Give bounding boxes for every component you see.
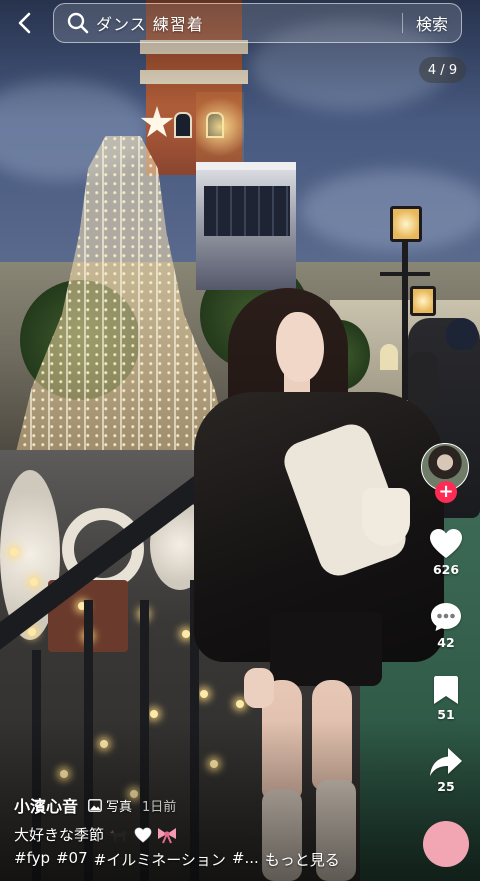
caption-text: 大好きな季節 — [14, 826, 105, 844]
castle-window — [380, 344, 398, 370]
background-person-head — [446, 318, 478, 350]
save-count: 51 — [437, 707, 455, 722]
hashtag[interactable]: #07 — [56, 849, 88, 870]
photo-type-badge: 写真 — [88, 796, 132, 815]
search-query[interactable]: ダンス 練習着 — [96, 11, 402, 35]
string-light — [236, 700, 244, 708]
post-time: 1日前 — [142, 799, 177, 815]
pavilion-windows — [204, 186, 290, 236]
username[interactable]: 小濱心音 — [14, 793, 78, 817]
back-button[interactable] — [10, 8, 40, 38]
sound-disc-button[interactable] — [423, 821, 469, 867]
chevron-left-icon — [18, 12, 31, 34]
share-button[interactable]: 25 — [422, 747, 470, 794]
hashtag[interactable]: #fyp — [14, 849, 50, 870]
hashtag-line: #fyp #07 #イルミネーション #... もっと見る — [14, 849, 340, 870]
string-light — [200, 690, 208, 698]
like-count: 626 — [432, 562, 460, 577]
follow-button[interactable]: + — [435, 481, 457, 503]
hashtag[interactable]: #イルミネーション — [94, 849, 226, 870]
street-lamp — [410, 286, 436, 316]
image-counter: 4 / 9 — [419, 57, 466, 83]
share-arrow-icon — [430, 748, 462, 776]
ribbon-icon — [156, 826, 178, 844]
author-avatar-group: + — [421, 443, 471, 505]
shoulder-bag — [362, 488, 410, 546]
comment-icon — [431, 603, 461, 631]
search-icon — [66, 11, 90, 35]
image-icon — [88, 798, 102, 812]
hashtag[interactable]: #... — [232, 849, 259, 870]
white-heart-icon — [134, 827, 152, 843]
search-bar[interactable]: ダンス 練習着 検索 — [53, 3, 462, 43]
string-light — [30, 578, 38, 586]
street-lamp — [390, 206, 422, 242]
string-light — [182, 630, 190, 638]
string-light — [10, 548, 18, 556]
see-more-link[interactable]: もっと見る — [265, 849, 340, 870]
hand — [244, 668, 274, 708]
post-caption: 大好きな季節 — [14, 824, 178, 845]
skirt — [270, 612, 382, 686]
like-button[interactable]: 626 — [422, 528, 470, 577]
photo-type-label: 写真 — [106, 799, 133, 815]
save-button[interactable]: 51 — [422, 675, 470, 722]
string-light — [28, 628, 36, 636]
dog-emoji-icon — [108, 827, 130, 843]
post-meta: 小濱心音 写真 1日前 — [14, 793, 176, 817]
search-button[interactable]: 検索 — [403, 11, 461, 35]
bookmark-icon — [434, 676, 458, 704]
post-photo[interactable] — [0, 0, 480, 881]
photo-post-screen: ダンス 練習着 検索 4 / 9 + 626 42 51 25 小濱心音 写真 … — [0, 0, 480, 881]
comment-button[interactable]: 42 — [422, 601, 470, 650]
person-face — [276, 312, 324, 382]
heart-icon — [430, 529, 462, 558]
string-light — [150, 710, 158, 718]
comment-count: 42 — [437, 635, 455, 650]
share-count: 25 — [437, 779, 455, 794]
lamp-arm — [380, 272, 430, 276]
